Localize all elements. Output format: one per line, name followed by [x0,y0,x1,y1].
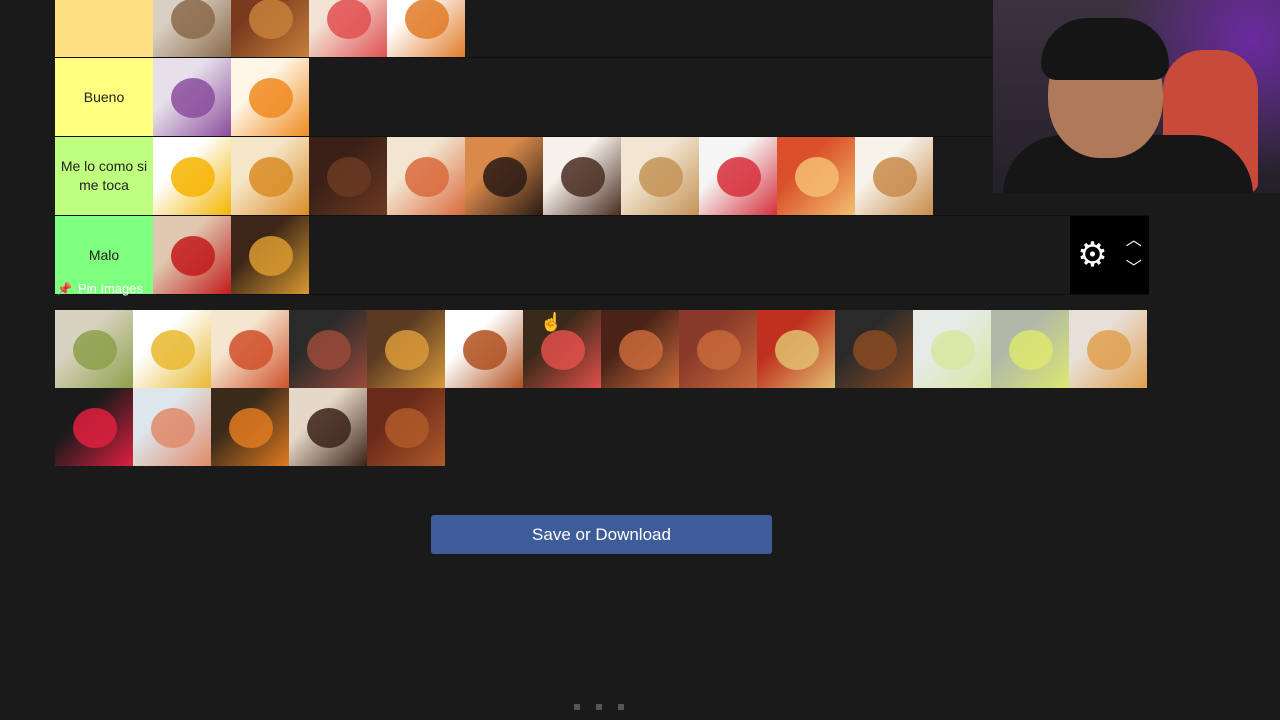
food-shape [385,408,429,448]
webcam-overlay [993,0,1280,193]
tier-label[interactable] [55,0,153,57]
berry-smoothie-food[interactable] [153,58,231,136]
octopus-food[interactable] [289,310,367,388]
food-shape [931,330,975,370]
food-shape [873,157,917,197]
flan-food[interactable] [777,137,855,215]
tier-items [153,216,1149,294]
pagination-dots [574,704,624,710]
papaya-food[interactable] [387,0,465,57]
pineapple-food[interactable] [133,310,211,388]
burger-food[interactable] [367,310,445,388]
food-shape [171,157,215,197]
food-shape [327,0,371,39]
dish-plate-food[interactable] [153,0,231,57]
food-shape [307,408,351,448]
food-shape [853,330,897,370]
food-shape [795,157,839,197]
cookies-food[interactable] [621,137,699,215]
papaya-slice-food[interactable] [231,58,309,136]
strawberry-jelly-food[interactable] [699,137,777,215]
red-cocktail-food[interactable] [55,388,133,466]
food-shape [229,330,273,370]
chocolate-eclairs-food[interactable] [231,216,309,294]
chicken-fries-food[interactable] [231,137,309,215]
food-shape [717,157,761,197]
food-shape [483,157,527,197]
fish-plate-food[interactable] [211,388,289,466]
food-shape [463,330,507,370]
food-shape [405,0,449,39]
tier-row [55,0,1149,58]
pin-images-label: Pin Images [77,281,143,296]
tier-label[interactable]: Me lo como si me toca [55,137,153,215]
food-shape [1009,330,1053,370]
fried-fish-food[interactable] [855,137,933,215]
food-shape [151,408,195,448]
chocolate-mousse-food[interactable] [543,137,621,215]
food-shape [249,0,293,39]
food-shape [619,330,663,370]
food-shape [249,78,293,118]
save-download-button[interactable]: Save or Download [431,515,772,554]
grilled-pork-food[interactable] [601,310,679,388]
food-shape [73,330,117,370]
chevron-down-icon[interactable]: ﹀ [1126,255,1142,283]
food-shape [171,78,215,118]
food-shape [405,157,449,197]
coca-cola-food[interactable] [153,216,231,294]
food-shape [561,157,605,197]
pancakes-food[interactable] [387,137,465,215]
pizza-food[interactable] [211,310,289,388]
sauce-bowl-food[interactable] [231,0,309,57]
food-shape [697,330,741,370]
chocolates-food[interactable] [309,137,387,215]
food-shape [73,408,117,448]
food-shape [775,330,819,370]
gear-icon[interactable]: ⚙ [1077,235,1107,275]
chocolate-cake-slice-food[interactable] [289,388,367,466]
food-shape [229,408,273,448]
ceviche-food[interactable] [55,310,133,388]
food-shape [307,330,351,370]
tier-list: Bueno Me lo como si me toca Malo ⚙ ︿ ﹀ [55,0,1149,295]
food-shape [541,330,585,370]
row-controls: ⚙ ︿ ﹀ [1070,216,1149,294]
dot [596,704,602,710]
person-hair [1041,18,1169,80]
move-arrows: ︿ ﹀ [1126,227,1142,283]
food-shape [171,0,215,39]
lime-drink-food[interactable] [991,310,1069,388]
chevron-up-icon[interactable]: ︿ [1126,227,1142,255]
salad-plate-food[interactable] [309,0,387,57]
spaghetti-chicken-food[interactable] [445,310,523,388]
food-shape [151,330,195,370]
fried-chicken-food[interactable] [835,310,913,388]
tier-label[interactable]: Bueno [55,58,153,136]
tier-row: Me lo como si me toca [55,137,1149,216]
lemonade-food[interactable] [913,310,991,388]
dot [618,704,624,710]
food-shape [249,157,293,197]
pulled-meat-food[interactable] [367,388,445,466]
food-shape [639,157,683,197]
food-shape [385,330,429,370]
food-shape [249,236,293,276]
orange-soda-food[interactable] [153,137,231,215]
bread-rolls-food[interactable] [1069,310,1147,388]
food-shape [1087,330,1131,370]
hand-cursor-icon: ☝ [540,312,563,332]
food-shape [171,236,215,276]
tier-row: Malo ⚙ ︿ ﹀ [55,216,1149,295]
tier-row: Bueno [55,58,1149,137]
image-pool [55,310,1149,466]
roast-pig-food[interactable] [679,310,757,388]
chocolate-cake-food[interactable] [465,137,543,215]
pin-icon: 📌 [57,281,72,296]
dot [574,704,580,710]
shrimp-salad-food[interactable] [133,388,211,466]
pin-images-header[interactable]: 📌 Pin Images [57,281,143,296]
chaufa-plate-food[interactable] [757,310,835,388]
food-shape [327,157,371,197]
